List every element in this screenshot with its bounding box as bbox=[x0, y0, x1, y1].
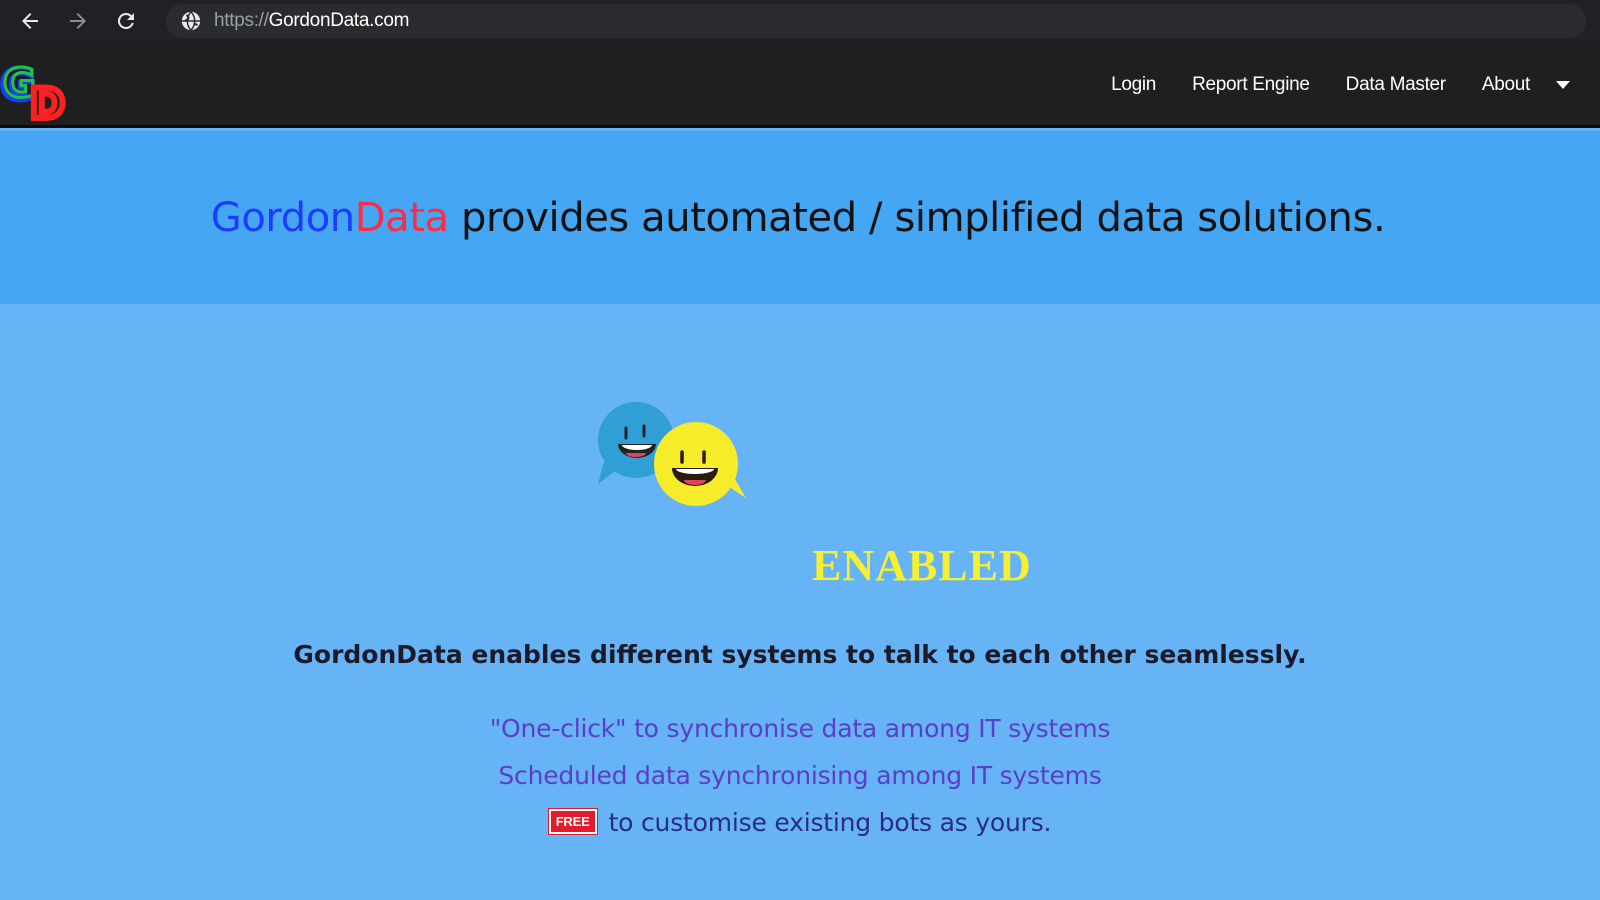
feature-customise-text: to customise existing bots as yours. bbox=[608, 808, 1052, 837]
enabled-label: ENABLED bbox=[812, 541, 1032, 590]
hero-banner: GordonData provides automated / simplifi… bbox=[0, 131, 1600, 304]
hero-headline: GordonData provides automated / simplifi… bbox=[211, 195, 1390, 241]
forward-arrow-icon bbox=[70, 13, 86, 29]
forward-button[interactable] bbox=[62, 5, 94, 37]
site-navbar: G G D Login Report Engine Data Master Ab… bbox=[0, 42, 1600, 128]
svg-text:D: D bbox=[30, 79, 65, 122]
nav-links: Login Report Engine Data Master About bbox=[1075, 74, 1570, 96]
url-text: https://GordonData.com bbox=[214, 10, 409, 32]
nav-data-master[interactable]: Data Master bbox=[1346, 74, 1446, 96]
reload-icon bbox=[117, 12, 134, 29]
main-content: ENABLED GordonData enables different sys… bbox=[0, 304, 1600, 900]
feature-scheduled: Scheduled data synchronising among IT sy… bbox=[498, 761, 1102, 790]
url-scheme: https:// bbox=[214, 10, 269, 31]
chevron-down-icon[interactable] bbox=[1556, 81, 1570, 89]
feature-customise: FREE to customise existing bots as yours. bbox=[0, 807, 1600, 837]
gordondata-logo[interactable]: G G D bbox=[0, 56, 78, 122]
chat-bubbles-icon bbox=[598, 402, 746, 506]
brand-data: Data bbox=[354, 194, 449, 241]
url-host: GordonData.com bbox=[268, 10, 410, 31]
brand-gordon: Gordon bbox=[210, 194, 355, 241]
nav-about[interactable]: About bbox=[1482, 74, 1530, 96]
back-arrow-icon bbox=[22, 13, 38, 29]
feature-one-click: "One-click" to synchronise data among IT… bbox=[489, 714, 1111, 743]
headline-rest: provides automated / simplified data sol… bbox=[448, 194, 1386, 241]
nav-report-engine[interactable]: Report Engine bbox=[1192, 74, 1310, 96]
globe-icon bbox=[181, 11, 201, 31]
browser-toolbar: https://GordonData.com bbox=[0, 0, 1600, 42]
address-bar[interactable]: https://GordonData.com bbox=[166, 4, 1586, 38]
back-button[interactable] bbox=[14, 5, 46, 37]
tagline: GordonData enables different systems to … bbox=[293, 640, 1307, 669]
nav-login[interactable]: Login bbox=[1111, 74, 1156, 96]
free-badge: FREE bbox=[547, 807, 598, 835]
reload-button[interactable] bbox=[110, 5, 142, 37]
